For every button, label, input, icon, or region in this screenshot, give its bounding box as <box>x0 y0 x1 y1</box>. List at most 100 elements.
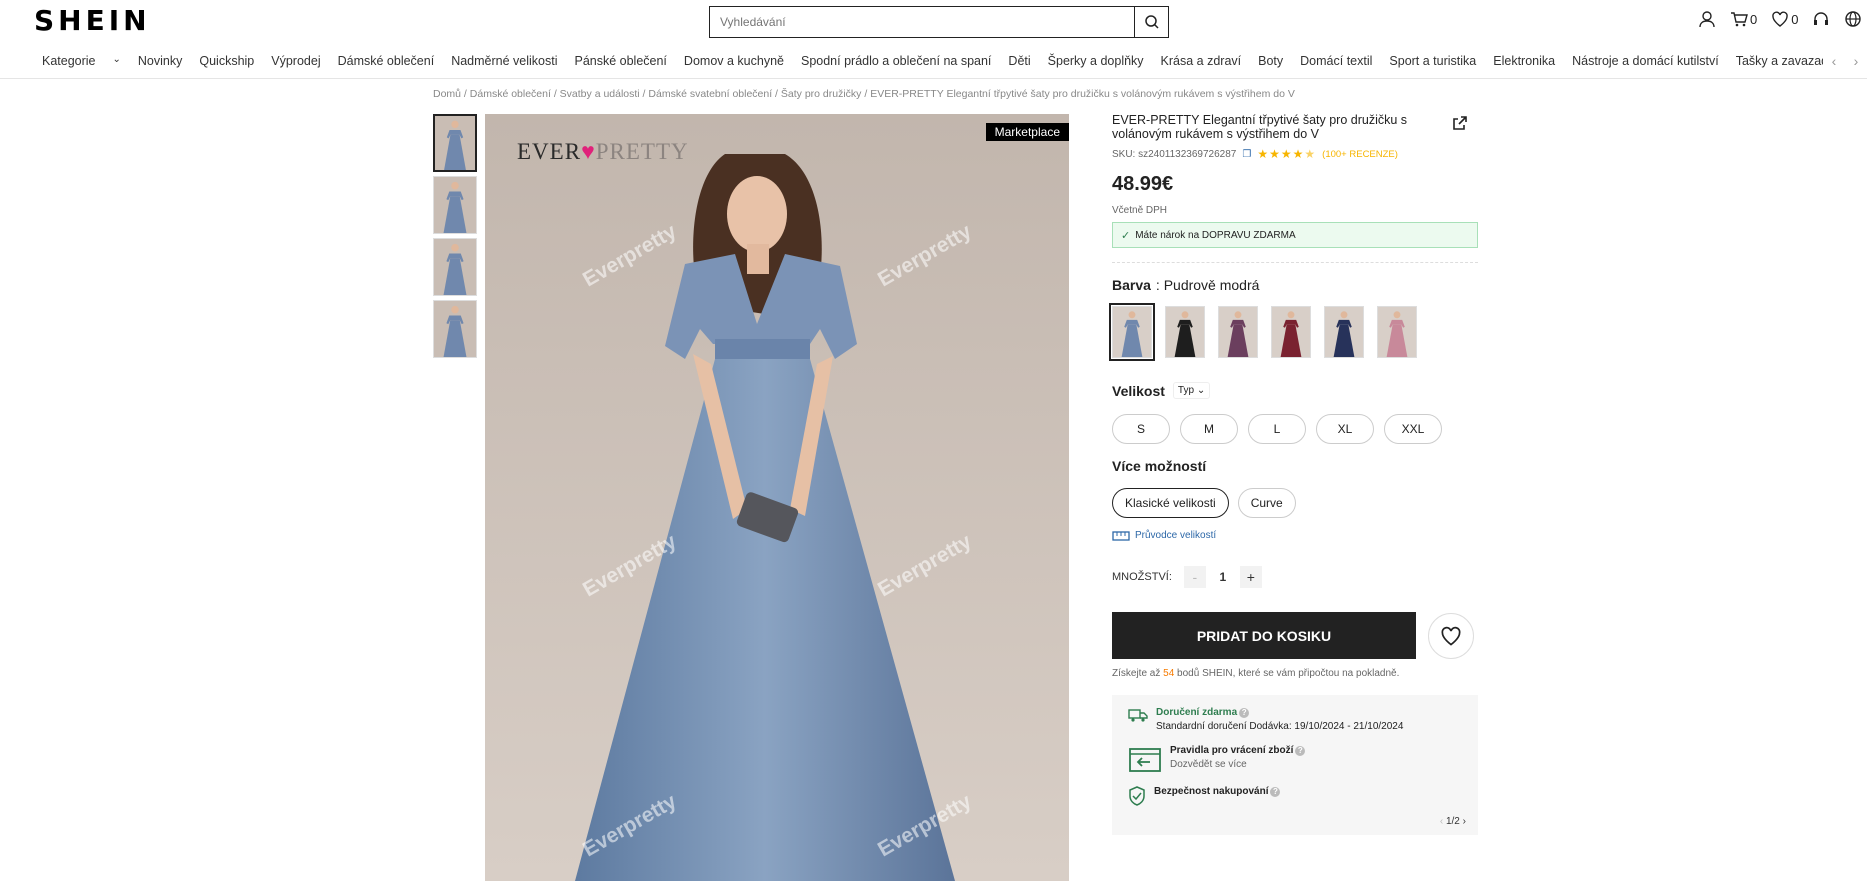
delivery-title[interactable]: Doručení zdarma <box>1156 707 1237 718</box>
review-count[interactable]: (100+ RECENZE) <box>1322 149 1398 160</box>
chevron-right-icon[interactable]: › <box>1854 53 1859 69</box>
support-button[interactable] <box>1812 10 1830 28</box>
nav-item[interactable]: Boty <box>1258 54 1283 68</box>
nav-item[interactable]: Spodní prádlo a oblečení na spaní <box>801 54 991 68</box>
nav-item[interactable]: Děti <box>1008 54 1030 68</box>
breadcrumb-item[interactable]: Dámské oblečení <box>470 88 551 100</box>
service-pager: ‹ 1/2 › <box>1440 816 1466 827</box>
color-swatch[interactable] <box>1109 303 1155 361</box>
product-thumbnail[interactable] <box>433 176 477 234</box>
help-icon[interactable]: ? <box>1239 708 1250 718</box>
breadcrumb-item[interactable]: Svatby a události <box>560 88 640 100</box>
size-option-xl[interactable]: XL <box>1316 414 1374 444</box>
product-thumbnail[interactable] <box>433 238 477 296</box>
shield-icon <box>1129 786 1145 806</box>
dress-thumbnail-image <box>1113 307 1151 357</box>
security-info: Bezpečnost nakupování? <box>1128 786 1462 806</box>
dress-thumbnail-image <box>434 239 476 295</box>
nav-item[interactable]: Elektronika <box>1493 54 1555 68</box>
color-swatches <box>1109 303 1478 361</box>
nav-item[interactable]: Nástroje a domácí kutilství <box>1572 54 1719 68</box>
quantity-decrease-button[interactable]: - <box>1183 566 1206 588</box>
star-icon: ★ <box>1292 147 1305 161</box>
star-icon: ★ <box>1280 147 1293 161</box>
product-thumbnail[interactable] <box>433 300 477 358</box>
search-input[interactable] <box>710 7 1134 37</box>
wishlist-count: 0 <box>1791 11 1799 27</box>
color-swatch[interactable] <box>1377 306 1417 358</box>
nav-item[interactable]: Quickship <box>199 54 254 68</box>
size-options: S M L XL XXL <box>1112 414 1478 444</box>
dress-thumbnail-image <box>1166 307 1204 357</box>
breadcrumb-separator: / <box>861 88 871 100</box>
check-icon: ✓ <box>1121 229 1131 242</box>
main-product-image[interactable]: EVER♥PRETTY Marketplace Everpretty Everp… <box>485 114 1069 881</box>
chevron-down-icon: ⌄ <box>1196 385 1206 396</box>
chevron-left-icon[interactable]: ‹ <box>1440 816 1443 827</box>
nav-item[interactable]: Krása a zdraví <box>1161 54 1242 68</box>
nav-item-kategorie[interactable]: Kategorie <box>42 54 96 68</box>
cart-button[interactable]: 0 <box>1730 10 1757 28</box>
color-swatch[interactable] <box>1218 306 1258 358</box>
size-guide-link[interactable]: Průvodce velikostí <box>1112 530 1478 541</box>
points-note: Získejte až 54 bodů SHEIN, které se vám … <box>1112 668 1400 679</box>
add-to-cart-button[interactable]: PRIDAT DO KOSIKU <box>1112 612 1416 659</box>
returns-title[interactable]: Pravidla pro vrácení zboží <box>1170 745 1293 756</box>
category-nav: Kategorie ⌄ Novinky Quickship Výprodej Dámsk… <box>0 44 1867 79</box>
nav-item[interactable]: Pánské oblečení <box>574 54 666 68</box>
nav-item[interactable]: Nadměrné velikosti <box>451 54 557 68</box>
search-icon <box>1144 15 1159 29</box>
chevron-left-icon[interactable]: ‹ <box>1832 53 1837 69</box>
marketplace-badge: Marketplace <box>985 123 1069 141</box>
breadcrumb-item[interactable]: Domů <box>433 88 461 100</box>
points-value: 54 <box>1163 668 1175 679</box>
breadcrumb-item[interactable]: Šaty pro družičky <box>781 88 862 100</box>
help-icon[interactable]: ? <box>1295 746 1306 756</box>
color-swatch[interactable] <box>1165 306 1205 358</box>
breadcrumb-item[interactable]: Dámské svatební oblečení <box>648 88 772 100</box>
account-button[interactable] <box>1698 10 1716 28</box>
user-icon <box>1699 11 1715 28</box>
cart-count: 0 <box>1750 11 1758 27</box>
quantity-label: MNOŽSTVÍ: <box>1112 571 1172 583</box>
chevron-right-icon[interactable]: › <box>1463 816 1466 827</box>
ruler-icon <box>1112 530 1130 541</box>
product-thumbnail[interactable] <box>433 114 477 172</box>
nav-item[interactable]: Výprodej <box>271 54 320 68</box>
quantity-increase-button[interactable]: + <box>1239 566 1262 588</box>
nav-item[interactable]: Novinky <box>138 54 182 68</box>
size-option-m[interactable]: M <box>1180 414 1238 444</box>
color-label: Barva <box>1112 277 1151 293</box>
size-type-dropdown[interactable]: Typ ⌄ <box>1172 382 1211 399</box>
security-title[interactable]: Bezpečnost nakupování <box>1154 786 1268 797</box>
quantity-value[interactable]: 1 <box>1206 570 1240 584</box>
search-button[interactable] <box>1134 7 1168 37</box>
vat-note: Včetně DPH <box>1112 205 1168 216</box>
copy-icon[interactable]: ❐ <box>1242 149 1251 160</box>
language-button[interactable] <box>1844 10 1862 28</box>
returns-link[interactable]: Dozvědět se více <box>1170 759 1305 770</box>
color-swatch[interactable] <box>1271 306 1311 358</box>
add-to-wishlist-button[interactable] <box>1428 612 1474 659</box>
nav-item[interactable]: Sport a turistika <box>1389 54 1476 68</box>
cart-row: PRIDAT DO KOSIKU <box>1112 612 1478 659</box>
nav-item[interactable]: Šperky a doplňky <box>1048 54 1144 68</box>
nav-item[interactable]: Domácí textil <box>1300 54 1372 68</box>
help-icon[interactable]: ? <box>1270 787 1281 797</box>
nav-item[interactable]: Domov a kuchyně <box>684 54 784 68</box>
nav-item[interactable]: Dámské oblečení <box>338 54 435 68</box>
delivery-info: Doručení zdarma? Standardní doručení Dod… <box>1128 707 1462 732</box>
product-price: 48.99€ <box>1112 173 1174 195</box>
share-button[interactable] <box>1452 115 1468 136</box>
fit-option[interactable]: Curve <box>1237 488 1296 518</box>
more-options-label: Více možností <box>1112 458 1207 474</box>
shein-logo[interactable]: SHEIN <box>34 4 151 37</box>
size-label: Velikost <box>1112 382 1165 399</box>
color-swatch[interactable] <box>1324 306 1364 358</box>
wishlist-button[interactable]: 0 <box>1771 10 1798 28</box>
fit-option[interactable]: Klasické velikosti <box>1112 488 1229 518</box>
size-option-l[interactable]: L <box>1248 414 1306 444</box>
nav-items: Kategorie ⌄ Novinky Quickship Výprodej Dámsk… <box>42 54 1867 68</box>
size-option-xxl[interactable]: XXL <box>1384 414 1442 444</box>
size-option-s[interactable]: S <box>1112 414 1170 444</box>
